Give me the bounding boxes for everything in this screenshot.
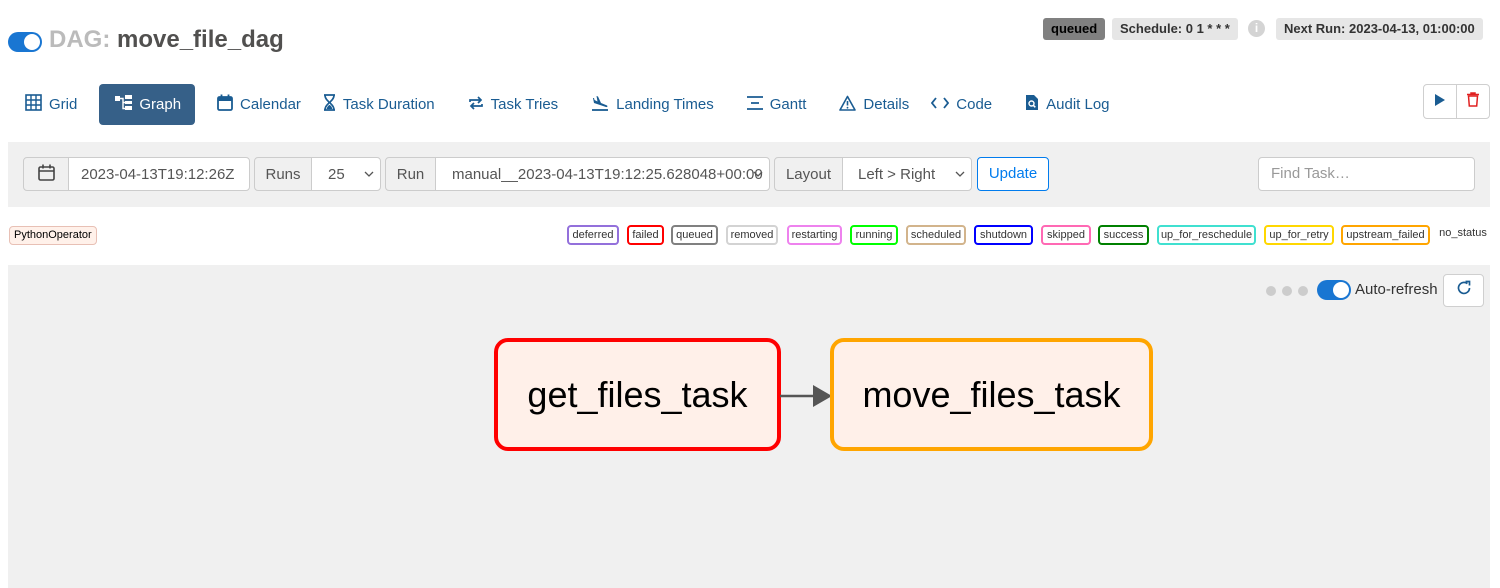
state-shutdown: shutdown — [974, 225, 1033, 245]
runs-label: Runs — [254, 157, 312, 191]
state-skipped: skipped — [1041, 225, 1091, 245]
calendar-icon — [37, 164, 55, 185]
operator-legend-item: PythonOperator — [9, 226, 97, 245]
chevron-down-icon — [364, 167, 374, 185]
chevron-down-icon — [955, 167, 965, 185]
plane-landing-icon — [591, 95, 609, 115]
find-task-input[interactable]: Find Task… — [1258, 157, 1475, 191]
tab-audit-log-label: Audit Log — [1046, 96, 1110, 113]
tab-landing-times[interactable]: Landing Times — [580, 84, 725, 125]
dag-name: move_file_dag — [117, 26, 284, 53]
refresh-icon — [1456, 280, 1472, 301]
tab-code-label: Code — [956, 96, 993, 113]
tab-landing-times-label: Landing Times — [616, 96, 714, 113]
delete-dag-button[interactable] — [1456, 85, 1489, 118]
hourglass-icon — [323, 94, 336, 115]
warning-triangle-icon — [839, 95, 857, 115]
tab-details-label: Details — [863, 96, 910, 113]
refresh-button[interactable] — [1443, 274, 1484, 307]
state-deferred: deferred — [567, 225, 619, 245]
code-icon — [931, 96, 950, 113]
task-node-get-files-task[interactable]: get_files_task — [494, 338, 781, 451]
state-upstream-failed: upstream_failed — [1341, 225, 1430, 245]
state-up-for-reschedule: up_for_reschedule — [1157, 225, 1256, 245]
dag-actions — [1423, 84, 1490, 119]
filter-bar: 2023-04-13T19:12:26Z Runs 25 Run manual_… — [8, 142, 1490, 207]
calendar-icon — [217, 94, 233, 115]
trash-icon — [1467, 91, 1479, 112]
dag-view-tabs: Grid Graph Calendar Task Duration Task T… — [14, 84, 1121, 125]
update-button[interactable]: Update — [977, 157, 1049, 191]
runs-select[interactable]: 25 — [311, 157, 381, 191]
graph-canvas[interactable]: Auto-refresh get_files_task move_files_t… — [8, 265, 1490, 588]
tab-task-duration[interactable]: Task Duration — [312, 84, 446, 125]
state-success: success — [1098, 225, 1149, 245]
trigger-dag-button[interactable] — [1424, 85, 1456, 118]
tab-task-duration-label: Task Duration — [342, 96, 435, 113]
state-removed: removed — [726, 225, 778, 245]
auto-refresh-label: Auto-refresh — [1355, 281, 1438, 298]
layout-value: Left > Right — [858, 165, 936, 183]
base-date-input[interactable]: 2023-04-13T19:12:26Z — [68, 157, 250, 191]
loading-dots — [1266, 286, 1308, 296]
state-restarting: restarting — [787, 225, 842, 245]
tab-code[interactable]: Code — [920, 84, 1003, 125]
state-up-for-retry: up_for_retry — [1264, 225, 1334, 245]
grid-icon — [25, 94, 42, 115]
run-label: Run — [385, 157, 436, 191]
gantt-icon — [746, 95, 763, 115]
repeat-icon — [468, 95, 484, 115]
state-no-status: no_status — [1436, 225, 1490, 245]
tab-calendar-label: Calendar — [240, 96, 301, 113]
schedule-badge: Schedule: 0 1 * * * — [1112, 18, 1238, 40]
tab-gantt[interactable]: Gantt — [736, 84, 818, 125]
graph-icon — [115, 95, 133, 114]
task-node-move-files-task[interactable]: move_files_task — [830, 338, 1153, 451]
chevron-down-icon — [753, 167, 763, 185]
layout-select[interactable]: Left > Right — [842, 157, 972, 191]
tab-gantt-label: Gantt — [769, 96, 807, 113]
state-failed: failed — [627, 225, 664, 245]
next-run-badge: Next Run: 2023-04-13, 01:00:00 — [1276, 18, 1483, 40]
layout-label: Layout — [774, 157, 843, 191]
auto-refresh-toggle[interactable] — [1317, 280, 1351, 300]
run-value: manual__2023-04-13T19:12:25.628048+00:00 — [452, 165, 763, 183]
run-select[interactable]: manual__2023-04-13T19:12:25.628048+00:00 — [435, 157, 770, 191]
state-running: running — [850, 225, 898, 245]
tab-grid[interactable]: Grid — [14, 84, 88, 125]
play-icon — [1435, 93, 1445, 111]
status-badge: queued — [1043, 18, 1106, 40]
tab-graph-label: Graph — [139, 96, 182, 113]
state-queued: queued — [671, 225, 718, 245]
tab-details[interactable]: Details — [828, 84, 920, 125]
dag-edge — [780, 385, 832, 407]
state-scheduled: scheduled — [906, 225, 966, 245]
document-search-icon — [1025, 94, 1039, 115]
info-icon[interactable]: i — [1248, 20, 1265, 37]
tab-audit-log[interactable]: Audit Log — [1014, 84, 1120, 125]
date-picker-button[interactable] — [23, 157, 69, 191]
runs-value: 25 — [328, 165, 345, 183]
dag-pause-toggle[interactable] — [8, 32, 42, 52]
tab-task-tries-label: Task Tries — [490, 96, 559, 113]
tab-graph[interactable]: Graph — [99, 84, 196, 125]
dag-prefix: DAG: — [49, 26, 111, 53]
tab-task-tries[interactable]: Task Tries — [457, 84, 570, 125]
page-title: DAG: move_file_dag — [49, 26, 284, 54]
tab-calendar[interactable]: Calendar — [206, 84, 312, 125]
tab-grid-label: Grid — [49, 96, 78, 113]
